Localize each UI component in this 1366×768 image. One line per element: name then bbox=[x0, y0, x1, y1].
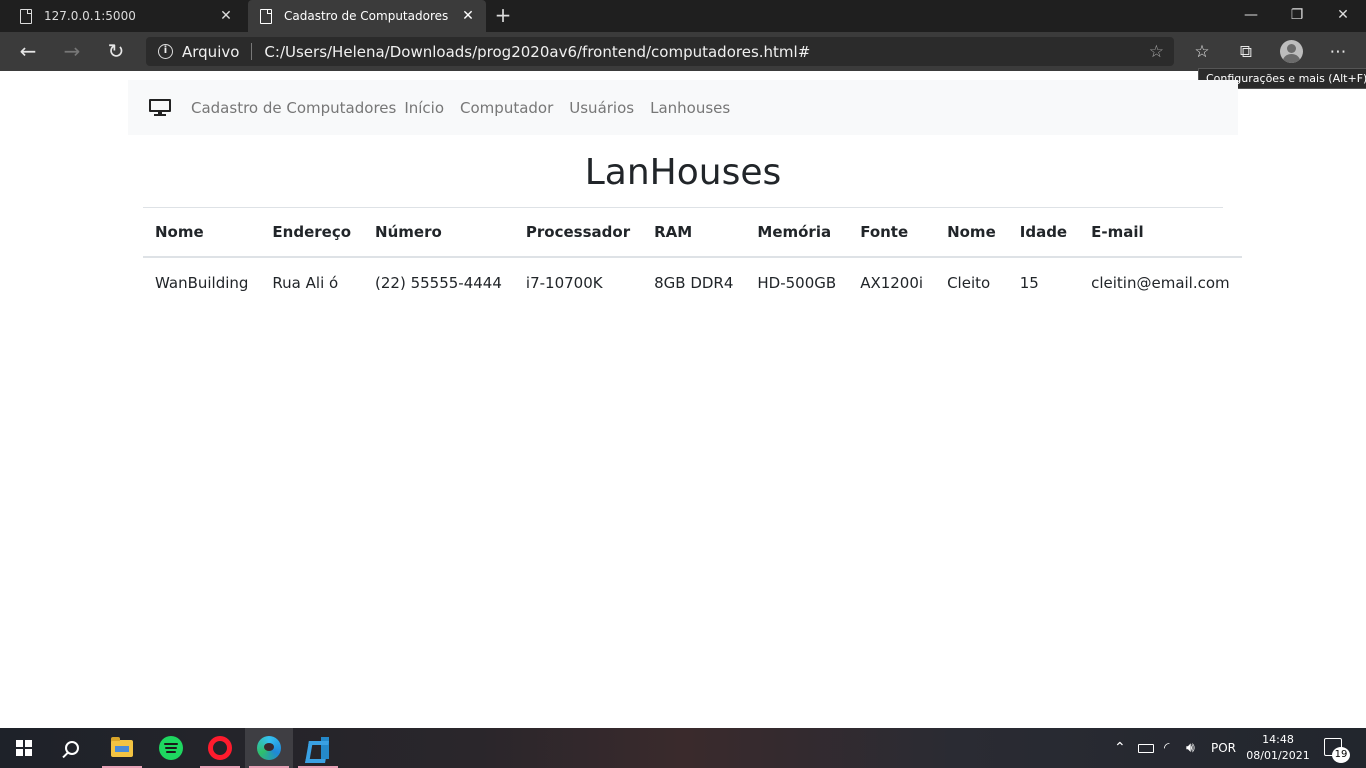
favorite-star-icon[interactable]: ☆ bbox=[1149, 42, 1164, 62]
spotify-icon bbox=[159, 736, 183, 760]
file-explorer-icon bbox=[111, 736, 133, 757]
browser-toolbar: ← → ↻ i Arquivo C:/Users/Helena/Download… bbox=[0, 32, 1366, 71]
volume-icon[interactable]: 🔊︎ bbox=[1186, 728, 1195, 768]
vscode-icon bbox=[307, 737, 329, 759]
site-label: Arquivo bbox=[182, 42, 240, 61]
settings-more-icon[interactable]: ⋯ bbox=[1322, 36, 1354, 68]
table-cell: Rua Ali ó bbox=[272, 273, 339, 292]
chevron-up-icon: ⌃ bbox=[1114, 740, 1126, 756]
taskbar-vscode[interactable] bbox=[294, 728, 342, 768]
site-navbar: Cadastro de Computadores Início Computad… bbox=[128, 80, 1238, 135]
search-button[interactable] bbox=[48, 728, 96, 768]
browser-tab-localhost[interactable]: 127.0.0.1:5000 ✕ bbox=[8, 0, 244, 32]
navbar-brand[interactable]: Cadastro de Computadores bbox=[191, 99, 396, 117]
table-cell: Cleito bbox=[947, 273, 991, 292]
taskbar-edge[interactable] bbox=[245, 728, 293, 768]
monitor-icon bbox=[149, 99, 171, 116]
system-clock[interactable]: 14:48 08/01/2021 bbox=[1243, 732, 1313, 764]
table-cell: (22) 55555-4444 bbox=[375, 273, 502, 292]
notification-count-badge: 19 bbox=[1332, 747, 1350, 763]
favorites-icon[interactable]: ☆ bbox=[1186, 36, 1218, 68]
show-hidden-icons-button[interactable]: ⌃ bbox=[1114, 728, 1126, 768]
tab-title: 127.0.0.1:5000 bbox=[44, 9, 136, 23]
table-row: WanBuilding Rua Ali ó (22) 55555-4444 i7… bbox=[143, 257, 1242, 307]
restore-button[interactable]: ❐ bbox=[1274, 0, 1320, 32]
close-window-button[interactable]: ✕ bbox=[1320, 0, 1366, 32]
nav-link-computador[interactable]: Computador bbox=[460, 99, 553, 117]
new-tab-button[interactable]: + bbox=[492, 4, 514, 26]
tab-title: Cadastro de Computadores bbox=[284, 9, 449, 23]
lanhouses-table: Nome Endereço Número Processador RAM Mem… bbox=[143, 208, 1242, 307]
address-separator bbox=[251, 43, 253, 60]
close-tab-icon[interactable]: ✕ bbox=[456, 8, 480, 24]
language-label: POR bbox=[1211, 741, 1237, 755]
tab-strip: 127.0.0.1:5000 ✕ Cadastro de Computadore… bbox=[0, 0, 1366, 32]
start-button[interactable] bbox=[0, 728, 48, 768]
clock-time: 14:48 bbox=[1262, 733, 1294, 746]
language-indicator[interactable]: POR bbox=[1211, 728, 1236, 768]
table-cell: cleitin@email.com bbox=[1091, 273, 1230, 292]
table-header-row: Nome Endereço Número Processador RAM Mem… bbox=[143, 208, 1242, 258]
battery-icon[interactable] bbox=[1138, 728, 1154, 768]
column-header: Idade bbox=[1007, 208, 1080, 258]
table-cell: 8GB DDR4 bbox=[654, 273, 734, 292]
column-header: Nome bbox=[935, 208, 1008, 258]
edge-icon bbox=[257, 736, 281, 760]
info-icon[interactable]: i bbox=[158, 44, 173, 59]
page-icon bbox=[20, 8, 32, 24]
taskbar-file-explorer[interactable] bbox=[98, 728, 146, 768]
table-cell: 15 bbox=[1019, 273, 1039, 292]
column-header: Nome bbox=[143, 208, 261, 258]
table-cell: i7-10700K bbox=[525, 273, 603, 292]
nav-link-usuarios[interactable]: Usuários bbox=[569, 99, 634, 117]
nav-link-inicio[interactable]: Início bbox=[404, 99, 444, 117]
collections-icon[interactable]: ⧉ bbox=[1230, 36, 1262, 68]
url-text[interactable]: C:/Users/Helena/Downloads/prog2020av6/fr… bbox=[264, 43, 1148, 61]
table-cell: AX1200i bbox=[860, 273, 924, 292]
search-icon bbox=[65, 741, 79, 755]
column-header: Número bbox=[363, 208, 514, 258]
taskbar-spotify[interactable] bbox=[147, 728, 195, 768]
taskbar-opera[interactable] bbox=[196, 728, 244, 768]
page-icon bbox=[260, 8, 272, 24]
column-header: Processador bbox=[513, 208, 643, 258]
column-header: Memória bbox=[745, 208, 849, 258]
column-header: RAM bbox=[642, 208, 746, 258]
page-title: LanHouses bbox=[584, 152, 782, 193]
forward-button[interactable]: → bbox=[56, 36, 88, 68]
refresh-button[interactable]: ↻ bbox=[100, 36, 132, 68]
clock-date: 08/01/2021 bbox=[1246, 749, 1310, 762]
browser-tab-cadastro[interactable]: Cadastro de Computadores ✕ bbox=[248, 0, 486, 32]
column-header: Endereço bbox=[260, 208, 364, 258]
column-header: E-mail bbox=[1079, 208, 1242, 258]
opera-icon bbox=[208, 736, 232, 760]
address-bar[interactable]: i Arquivo C:/Users/Helena/Downloads/prog… bbox=[146, 37, 1174, 66]
nav-link-lanhouses[interactable]: Lanhouses bbox=[650, 99, 730, 117]
windows-taskbar: ⌃ ◜ 🔊︎ POR bbox=[0, 728, 1366, 768]
profile-avatar[interactable] bbox=[1280, 40, 1303, 63]
minimize-button[interactable]: — bbox=[1228, 0, 1274, 32]
table-cell: HD-500GB bbox=[757, 273, 837, 292]
wifi-icon[interactable]: ◜ bbox=[1164, 728, 1169, 768]
table-cell: WanBuilding bbox=[155, 273, 249, 292]
windows-logo-icon bbox=[16, 740, 32, 756]
column-header: Fonte bbox=[848, 208, 936, 258]
close-tab-icon[interactable]: ✕ bbox=[214, 8, 238, 24]
back-button[interactable]: ← bbox=[12, 36, 44, 68]
